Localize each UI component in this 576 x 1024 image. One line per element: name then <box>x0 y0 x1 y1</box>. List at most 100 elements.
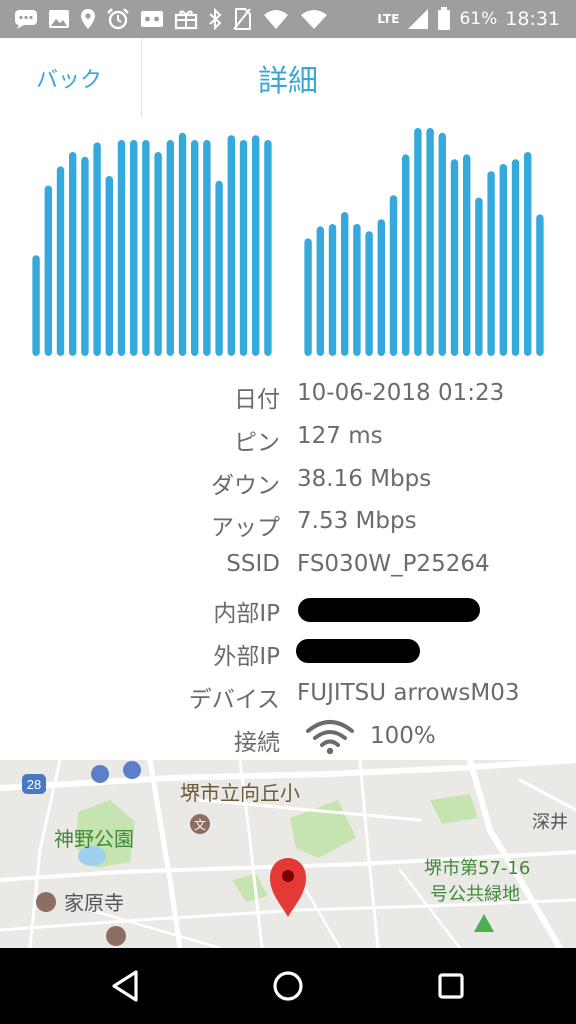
chart-bar <box>252 135 260 356</box>
upload-label: アップ <box>211 515 280 541</box>
chart-bar <box>536 214 544 356</box>
status-bar: LTE 61% 18:31 <box>0 0 576 38</box>
road-number-marker: 28 <box>22 774 46 794</box>
alarm-icon <box>106 8 130 30</box>
map-label-green-1: 堺市第57-16 <box>424 858 530 879</box>
download-speed-chart <box>30 116 274 356</box>
external-ip-redaction <box>296 639 420 663</box>
chart-bar <box>463 154 471 356</box>
chart-bar <box>316 226 324 356</box>
upload-value: 7.53 Mbps <box>297 508 417 534</box>
road-number-text: 28 <box>27 777 41 792</box>
location-pin-icon <box>80 8 96 30</box>
svg-text:文: 文 <box>194 817 206 832</box>
chart-bar <box>56 166 65 356</box>
device-row: デバイス FUJITSU arrowsM03 <box>0 674 576 714</box>
chart-bar <box>487 171 495 356</box>
voicemail-icon <box>140 9 164 29</box>
download-value: 38.16 Mbps <box>297 466 432 492</box>
navigation-bar <box>0 948 576 1024</box>
chart-bar <box>154 152 162 356</box>
chart-bar <box>81 156 89 356</box>
download-chart-svg <box>32 132 272 356</box>
chart-bar <box>203 140 211 356</box>
battery-icon <box>437 7 451 31</box>
app-screen: LTE 61% 18:31 バック 詳細 日付 10-06-2018 01:23… <box>0 0 576 1024</box>
chat-icon <box>14 9 38 29</box>
chart-bar <box>353 224 361 356</box>
chart-bar <box>130 140 138 356</box>
bluetooth-icon <box>208 8 222 30</box>
map-label-area: 深井 <box>532 812 568 833</box>
chart-bar <box>264 140 272 356</box>
connection-percent: 100% <box>370 723 436 749</box>
ping-row: ピン 127 ms <box>0 417 576 457</box>
chart-bar <box>377 219 385 356</box>
internal-ip-row: 内部IP <box>0 588 576 628</box>
ssid-value: FS030W_P25264 <box>297 551 490 577</box>
chart-bar <box>475 197 483 356</box>
download-row: ダウン 38.16 Mbps <box>0 460 576 500</box>
upload-row: アップ 7.53 Mbps <box>0 502 576 542</box>
chart-bar <box>44 185 52 356</box>
nav-recents-icon[interactable] <box>431 966 471 1006</box>
external-ip-row: 外部IP <box>0 631 576 671</box>
date-label: 日付 <box>234 387 280 413</box>
wifi-signal-icon <box>305 719 355 759</box>
chart-bar <box>524 152 532 356</box>
app-header: バック 詳細 <box>0 38 576 116</box>
map-label-school: 堺市立向丘小 <box>180 781 300 805</box>
map-label-temple: 家原寺 <box>64 891 124 915</box>
chart-bar <box>499 164 507 356</box>
map-label-park: 神野公園 <box>54 827 134 851</box>
chart-bar <box>402 154 410 356</box>
nav-home-icon[interactable] <box>268 966 308 1006</box>
gift-icon <box>174 8 198 30</box>
chart-bar <box>117 140 126 356</box>
battery-percent: 61% <box>459 9 498 29</box>
chart-bar <box>450 159 459 356</box>
map-label-green-2: 号公共緑地 <box>430 884 520 905</box>
chart-bar <box>227 135 235 356</box>
shop-icon <box>123 761 141 779</box>
chart-bar <box>93 142 101 356</box>
chart-bar <box>414 128 422 356</box>
connection-row: 接続 100% <box>0 717 576 757</box>
image-icon <box>48 9 70 29</box>
chart-bar <box>178 132 187 356</box>
gas-station-icon <box>91 765 109 783</box>
wifi-icon <box>300 8 328 30</box>
network-type: LTE <box>377 12 400 26</box>
upload-chart-svg <box>304 128 544 356</box>
chart-bar <box>365 231 373 356</box>
chart-bar <box>341 212 349 356</box>
ssid-label: SSID <box>226 551 280 577</box>
map-view[interactable]: 28 文 堺市立向丘小 神野公園 家原寺 堺市第57-16 号公共緑地 深井 <box>0 760 576 948</box>
internal-ip-redaction <box>298 598 480 622</box>
chart-bar <box>304 238 312 356</box>
nav-back-icon[interactable] <box>106 966 146 1006</box>
temple-icon <box>36 892 56 912</box>
wifi-calling-icon <box>262 8 290 30</box>
chart-bar <box>215 180 223 356</box>
chart-bar <box>191 140 199 356</box>
chart-bar <box>438 132 446 356</box>
connection-label: 接続 <box>234 730 280 756</box>
device-value: FUJITSU arrowsM03 <box>297 680 520 706</box>
ping-label: ピン <box>234 430 280 456</box>
chart-bar <box>239 140 248 356</box>
page-title: 詳細 <box>258 64 318 99</box>
chart-bar <box>511 159 520 356</box>
clock: 18:31 <box>505 8 560 30</box>
ping-value: 127 ms <box>297 423 383 449</box>
chart-bar <box>328 224 337 356</box>
date-value: 10-06-2018 01:23 <box>297 380 505 406</box>
date-row: 日付 10-06-2018 01:23 <box>0 374 576 414</box>
download-label: ダウン <box>211 473 280 499</box>
device-label: デバイス <box>188 687 280 713</box>
internal-ip-label: 内部IP <box>213 601 280 627</box>
chart-bar <box>389 195 398 356</box>
external-ip-label: 外部IP <box>213 644 280 670</box>
no-sim-icon <box>232 7 252 31</box>
signal-icon <box>407 8 429 30</box>
